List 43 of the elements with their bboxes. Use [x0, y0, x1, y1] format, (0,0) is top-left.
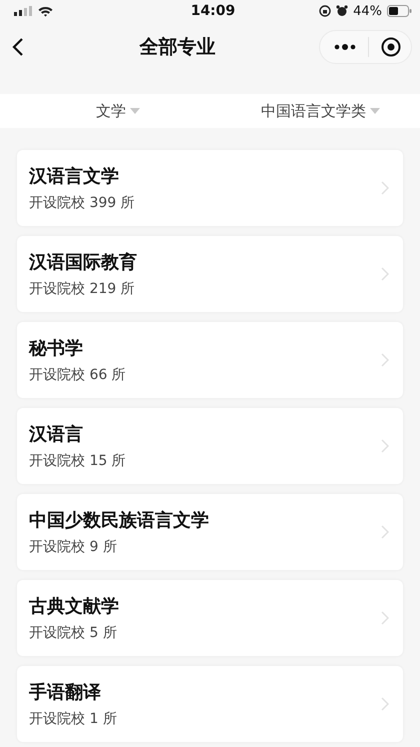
chevron-right-icon: [381, 353, 389, 367]
major-name: 手语翻译: [29, 681, 102, 704]
chevron-right-icon: [381, 611, 389, 625]
filter-dropdown[interactable]: 中国语言文学类: [210, 102, 420, 120]
filter-dropdown[interactable]: 文学: [0, 102, 210, 120]
battery-icon: [386, 5, 412, 17]
major-card[interactable]: 手语翻译 开设院校 1 所: [17, 666, 403, 742]
school-count: 开设院校 66 所: [29, 366, 126, 384]
school-count: 开设院校 5 所: [29, 624, 118, 642]
major-card[interactable]: 古典文献学 开设院校 5 所: [17, 580, 403, 656]
major-card[interactable]: 汉语言文学 开设院校 399 所: [17, 150, 403, 226]
major-name: 古典文献学: [29, 595, 119, 618]
school-count: 开设院校 1 所: [29, 710, 117, 728]
major-name: 汉语国际教育: [29, 251, 137, 274]
chevron-right-icon: [381, 697, 389, 711]
major-card[interactable]: 秘书学 开设院校 66 所: [17, 322, 403, 398]
rotation-lock-icon: [319, 5, 332, 17]
major-name: 中国少数民族语言文学: [29, 509, 209, 532]
major-name: 汉语言文学: [29, 165, 120, 188]
school-count: 开设院校 9 所: [29, 538, 118, 556]
major-card[interactable]: 中国少数民族语言文学 开设院校 9 所: [17, 494, 403, 570]
dropdown-arrow-icon: [370, 108, 380, 114]
major-card[interactable]: 汉语言 开设院校 15 所: [17, 408, 403, 484]
close-icon[interactable]: [381, 37, 401, 57]
chevron-right-icon: [381, 439, 389, 453]
chevron-right-icon: [381, 525, 389, 539]
battery-percent: 44%: [353, 4, 382, 18]
school-count: 开设院校 219 所: [29, 280, 136, 298]
chevron-right-icon: [381, 181, 389, 195]
alarm-icon: [336, 5, 348, 17]
signal-icon: [14, 6, 32, 16]
dropdown-arrow-icon: [130, 108, 140, 114]
chevron-right-icon: [381, 267, 389, 281]
wifi-icon: [38, 6, 53, 16]
school-count: 开设院校 399 所: [29, 194, 135, 212]
status-time: 14:09: [190, 3, 236, 19]
major-name: 汉语言: [29, 423, 84, 446]
school-count: 开设院校 15 所: [29, 452, 126, 470]
major-card[interactable]: 汉语国际教育 开设院校 219 所: [17, 236, 403, 312]
more-icon[interactable]: [334, 44, 356, 50]
back-icon[interactable]: [12, 37, 24, 57]
major-name: 秘书学: [29, 337, 84, 360]
page-title: 全部专业: [140, 35, 216, 60]
